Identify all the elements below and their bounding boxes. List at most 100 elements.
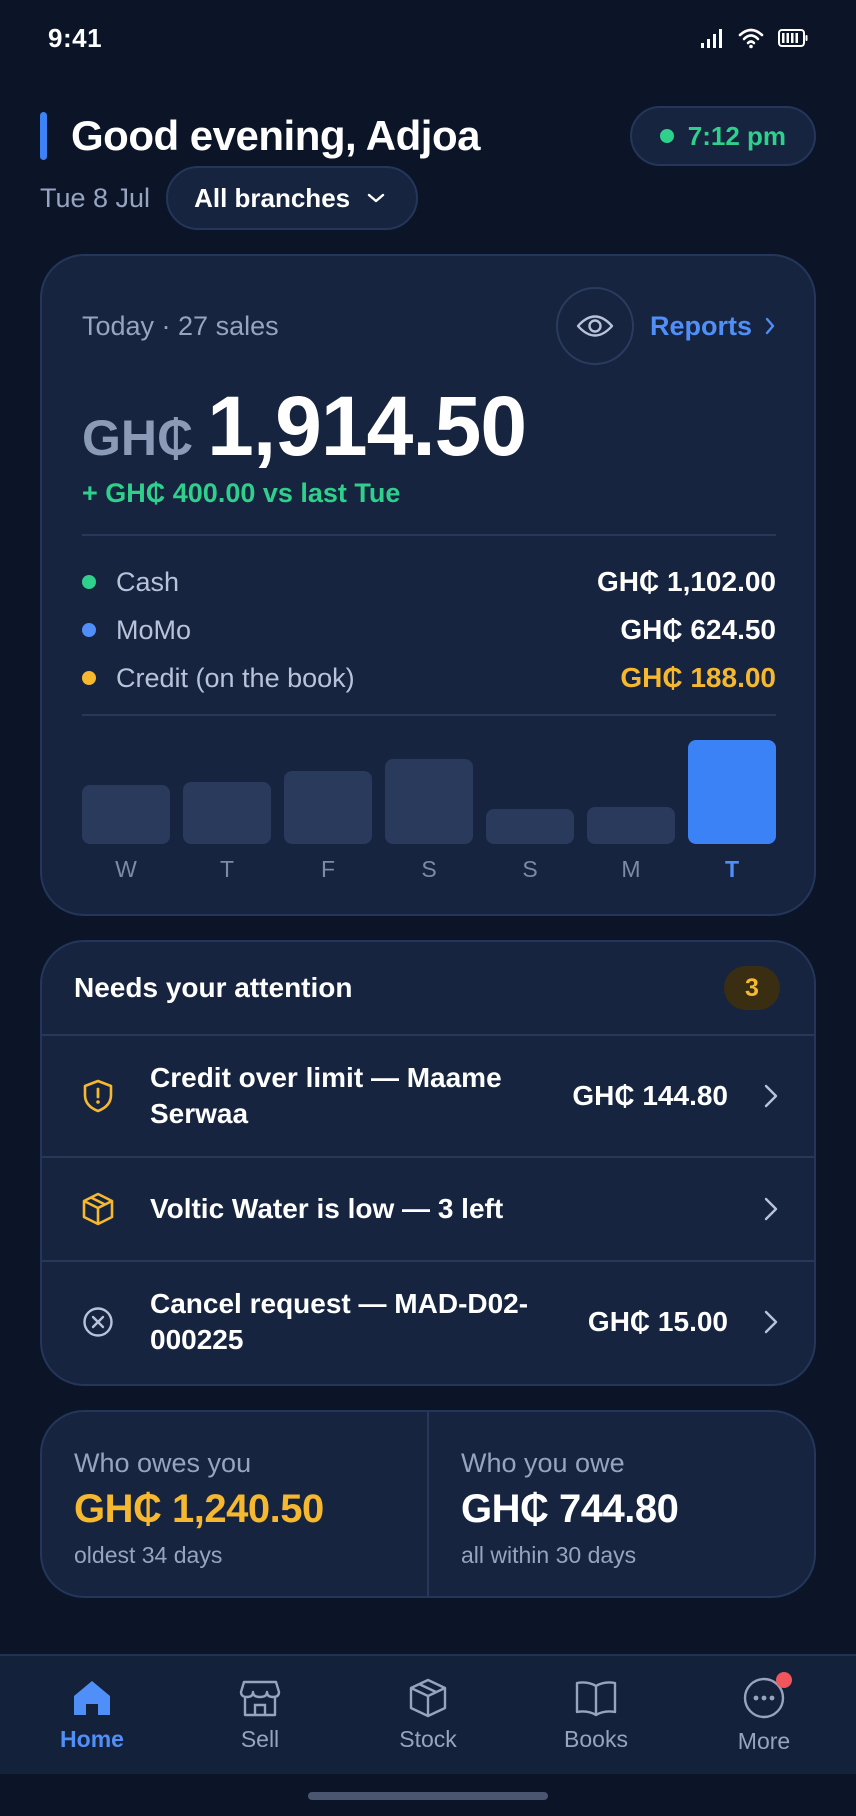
branch-select-label: All branches <box>194 182 351 213</box>
status-time: 9:41 <box>48 22 103 53</box>
x-circle-icon <box>80 1304 116 1340</box>
time-pill: 7:12 pm <box>629 106 816 166</box>
chart-bar <box>284 771 372 844</box>
attention-item-text: Voltic Water is low — 3 left <box>150 1192 504 1224</box>
receivables-value: GH₵ 1,240.50 <box>74 1487 324 1531</box>
box-icon <box>409 1678 447 1717</box>
greeting: Good evening, Adjoa <box>40 112 480 160</box>
tab-home[interactable]: Home <box>40 1678 144 1753</box>
payables-label: Who you owe <box>461 1448 625 1478</box>
tab-label: Stock <box>399 1725 457 1752</box>
receivables-label: Who owes you <box>74 1448 252 1478</box>
momo-dot <box>82 623 96 637</box>
home-icon <box>74 1680 110 1715</box>
status-bar: 9:41 <box>0 0 856 76</box>
attention-item-text: Credit over limit — Maame Serwaa <box>150 1061 502 1129</box>
branch-select[interactable]: All branches <box>166 166 419 230</box>
chart-tick-label: W <box>115 856 137 882</box>
divider <box>82 714 776 716</box>
status-icons <box>700 27 808 49</box>
attention-header: Needs your attention 3 <box>42 942 814 1036</box>
attention-item-amount: GH₵ 15.00 <box>587 1306 728 1337</box>
chart-tick-label: S <box>522 856 538 882</box>
weekly-sales-chart: WTFSSMT <box>82 736 776 886</box>
breakdown-label: Credit (on the book) <box>116 662 355 693</box>
chevron-right-icon <box>765 317 775 335</box>
attention-card: Needs your attention 3 Credit over limit… <box>40 940 816 1386</box>
balances-card: Who owes you GH₵ 1,240.50 oldest 34 days… <box>40 1410 816 1598</box>
home-indicator <box>308 1792 548 1800</box>
sales-actions: Reports <box>555 287 776 365</box>
tab-more[interactable]: More <box>712 1671 816 1755</box>
sales-total: GH₵ 1,914.50 <box>82 378 527 475</box>
payment-breakdown: Cash GH₵ 1,102.00 MoMo GH₵ 624.50 Credit… <box>82 558 776 702</box>
breakdown-row-momo: MoMo GH₵ 624.50 <box>82 606 776 654</box>
receivables-panel[interactable]: Who owes you GH₵ 1,240.50 oldest 34 days <box>42 1412 427 1596</box>
notification-dot <box>776 1671 792 1688</box>
tab-sell[interactable]: Sell <box>208 1678 312 1753</box>
attention-count-badge: 3 <box>724 966 780 1010</box>
attention-item-amount: GH₵ 144.80 <box>572 1080 728 1111</box>
breakdown-value: GH₵ 188.00 <box>620 662 776 693</box>
chart-tick-label: S <box>421 856 437 882</box>
chart-bar <box>587 807 675 844</box>
time-pill-text: 7:12 pm <box>687 120 786 151</box>
eye-icon <box>576 315 614 337</box>
sales-card-header: Today · 27 sales Reports <box>82 287 776 365</box>
chart-tick-label: M <box>621 856 641 882</box>
divider <box>82 534 776 536</box>
greeting-accent <box>40 112 47 160</box>
breakdown-row-cash: Cash GH₵ 1,102.00 <box>82 558 776 606</box>
currency-label: GH₵ <box>82 410 194 466</box>
chart-tick-label: T <box>724 856 740 882</box>
chart-bar <box>183 782 271 844</box>
shield-alert-icon <box>80 1078 116 1114</box>
receivables-sub: oldest 34 days <box>74 1542 223 1568</box>
greeting-text: Good evening, Adjoa <box>71 112 480 159</box>
chevron-right-icon <box>764 1084 778 1108</box>
tab-label: More <box>737 1727 791 1754</box>
bottom-tab-bar: Home Sell Stock Books More <box>0 1654 856 1774</box>
cash-dot <box>82 575 96 589</box>
tab-label: Home <box>60 1725 124 1752</box>
attention-item-cancel[interactable]: Cancel request — MAD-D02-000225 GH₵ 15.0… <box>42 1262 814 1382</box>
chart-tick-label: F <box>320 856 336 882</box>
subheader: Tue 8 Jul All branches <box>40 166 419 230</box>
payables-value: GH₵ 744.80 <box>461 1487 679 1531</box>
chart-bar <box>688 740 776 844</box>
date-text: Tue 8 Jul <box>40 182 151 213</box>
chart-tick-label: T <box>219 856 235 882</box>
store-icon <box>239 1680 281 1716</box>
breakdown-row-credit: Credit (on the book) GH₵ 188.00 <box>82 654 776 702</box>
attention-title: Needs your attention <box>74 972 353 1003</box>
attention-item-stock[interactable]: Voltic Water is low — 3 left <box>42 1158 814 1262</box>
chevron-right-icon <box>764 1310 778 1334</box>
payables-panel[interactable]: Who you owe GH₵ 744.80 all within 30 day… <box>427 1412 814 1596</box>
chevron-right-icon <box>764 1197 778 1221</box>
box-icon <box>80 1191 116 1227</box>
chart-bar <box>385 759 473 844</box>
attention-item-credit[interactable]: Credit over limit — Maame Serwaa GH₵ 144… <box>42 1036 814 1158</box>
signal-icon <box>701 29 722 48</box>
live-dot <box>659 129 674 143</box>
chevron-down-icon <box>367 193 385 203</box>
sales-amount: 1,914.50 <box>207 379 527 473</box>
sales-card: Today · 27 sales Reports GH₵ 1,914.50 + … <box>40 254 816 916</box>
sales-delta: + GH₵ 400.00 vs last Tue <box>82 478 401 508</box>
toggle-visibility-button[interactable] <box>555 287 634 365</box>
reports-link[interactable]: Reports <box>650 311 776 342</box>
tab-label: Books <box>564 1725 628 1752</box>
chart-bar <box>486 809 574 844</box>
breakdown-label: MoMo <box>116 614 192 645</box>
chart-bar <box>82 785 170 844</box>
wifi-icon <box>738 28 764 49</box>
attention-item-text: Cancel request — MAD-D02-000225 <box>150 1287 529 1355</box>
tab-label: Sell <box>240 1725 280 1752</box>
breakdown-value: GH₵ 624.50 <box>620 614 776 645</box>
tab-books[interactable]: Books <box>544 1678 648 1753</box>
reports-label: Reports <box>649 310 752 341</box>
breakdown-value: GH₵ 1,102.00 <box>597 566 776 597</box>
book-icon <box>575 1680 617 1716</box>
tab-stock[interactable]: Stock <box>376 1678 480 1753</box>
chart-bars <box>82 736 776 844</box>
